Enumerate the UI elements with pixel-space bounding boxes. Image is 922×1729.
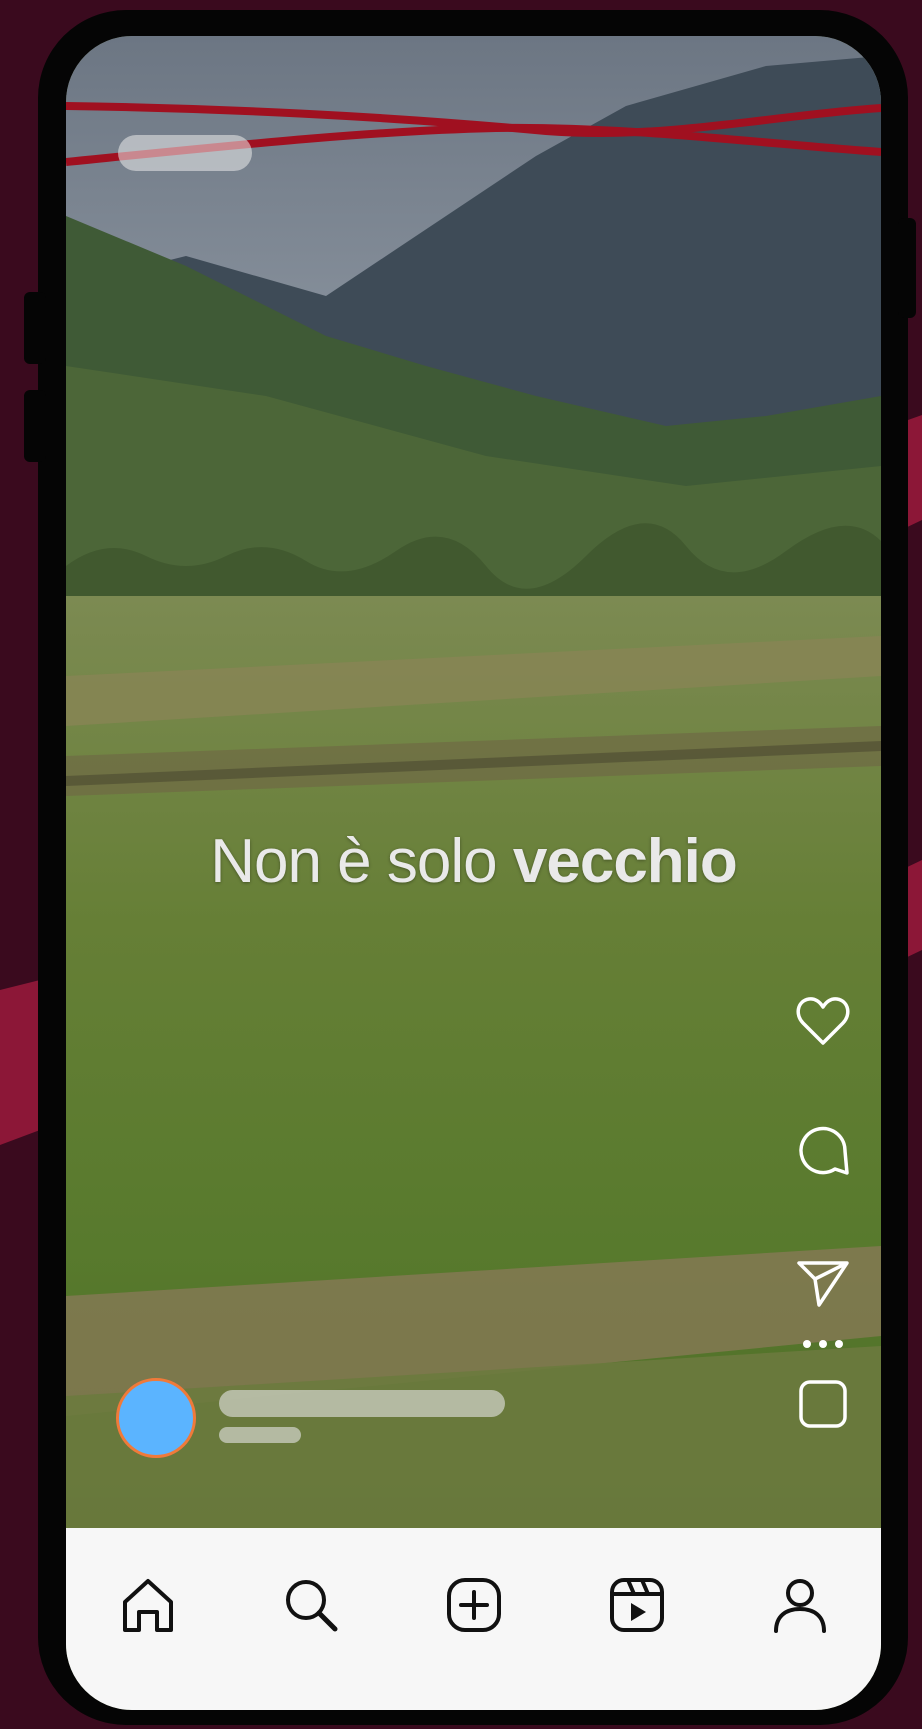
home-icon <box>122 1579 173 1632</box>
tab-create[interactable] <box>439 1570 509 1640</box>
share-icon <box>797 1261 849 1307</box>
audio-square-icon <box>799 1380 847 1428</box>
profile-icon <box>773 1579 826 1633</box>
more-icon <box>803 1340 843 1348</box>
bottom-tab-bar <box>66 1528 881 1710</box>
tab-search[interactable] <box>276 1570 346 1640</box>
create-icon <box>446 1578 501 1632</box>
comment-button[interactable] <box>793 1116 853 1186</box>
caption-bold-text: vecchio <box>512 827 738 896</box>
avatar[interactable] <box>116 1378 196 1458</box>
subtitle-placeholder <box>219 1427 301 1443</box>
heart-icon <box>796 997 850 1045</box>
audio-button[interactable] <box>793 1369 853 1439</box>
more-button[interactable] <box>793 1324 853 1364</box>
volume-down-button <box>24 390 46 462</box>
comment-icon <box>799 1126 849 1175</box>
reel-video[interactable] <box>66 36 881 1528</box>
power-button <box>898 218 916 318</box>
caption-light-text: Non è solo <box>210 827 497 896</box>
volume-up-button <box>24 292 46 364</box>
share-button[interactable] <box>793 1248 853 1318</box>
reel-caption: Non è solo vecchio <box>66 826 881 906</box>
tab-home[interactable] <box>113 1570 183 1640</box>
tab-profile[interactable] <box>765 1570 835 1640</box>
reels-icon <box>609 1578 664 1632</box>
username-placeholder[interactable] <box>219 1390 505 1417</box>
like-button[interactable] <box>793 986 853 1056</box>
top-placeholder-pill <box>118 135 252 171</box>
tab-reels[interactable] <box>602 1570 672 1640</box>
search-icon <box>285 1580 337 1632</box>
reel-screen: Non è solo vecchio <box>66 36 881 1710</box>
